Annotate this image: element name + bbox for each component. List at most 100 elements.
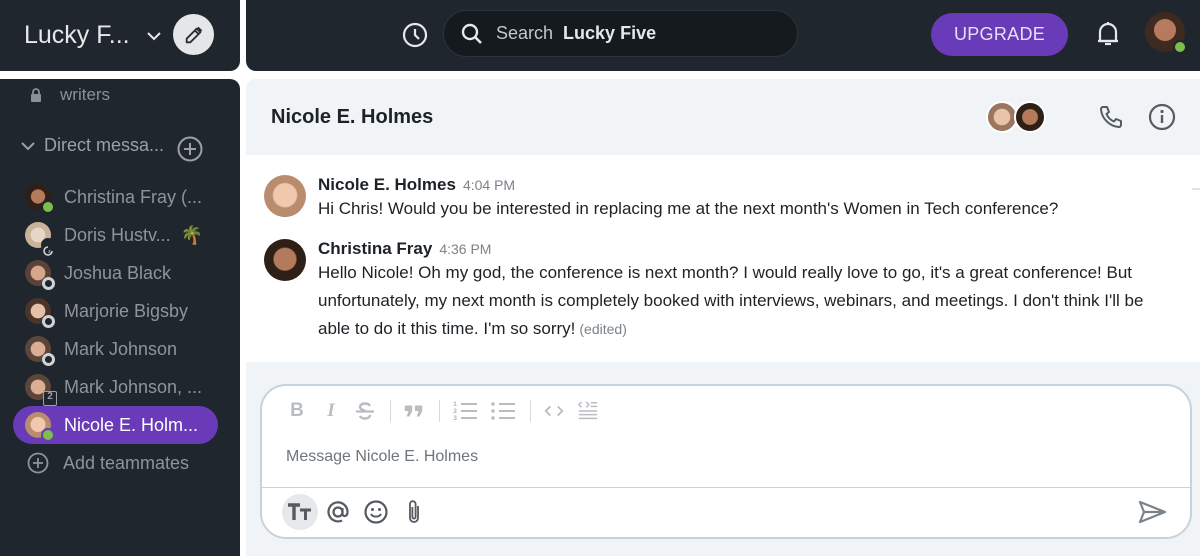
message-input[interactable]	[286, 444, 1146, 470]
member-avatars[interactable]	[986, 101, 1050, 133]
scrollbar[interactable]	[1192, 188, 1200, 190]
bold-button[interactable]: B	[286, 400, 308, 422]
svg-text:3: 3	[453, 415, 457, 422]
italic-button[interactable]: I	[320, 400, 342, 422]
away-status-icon	[42, 353, 55, 366]
code-icon	[544, 405, 564, 417]
quote-button[interactable]	[403, 400, 425, 422]
attachment-button[interactable]	[396, 494, 432, 530]
call-button[interactable]	[1098, 104, 1124, 130]
message-body: Hello Nicole! Oh my god, the conference …	[318, 259, 1178, 343]
code-button[interactable]	[543, 400, 565, 422]
dm-item-nicole-holmes[interactable]: Nicole E. Holm...	[13, 406, 218, 444]
svg-text:1: 1	[453, 401, 457, 408]
workspace-name[interactable]: Lucky F...	[24, 21, 130, 50]
phone-icon	[1100, 106, 1122, 128]
dm-section-label: Direct messa...	[44, 135, 165, 155]
avatar	[25, 298, 55, 328]
avatar[interactable]	[264, 239, 306, 281]
dm-item-doris[interactable]: z Doris Hustv... 🌴	[13, 216, 218, 256]
strikethrough-icon	[356, 402, 374, 420]
strikethrough-button[interactable]	[354, 400, 376, 422]
profile-avatar[interactable]	[1145, 12, 1187, 54]
message-composer: B I 123	[260, 384, 1192, 539]
search-scope: Lucky Five	[563, 23, 657, 43]
search-label: Search	[496, 23, 554, 43]
compose-button[interactable]	[173, 14, 214, 55]
notifications-button[interactable]	[1095, 20, 1121, 48]
online-status-icon	[41, 428, 55, 442]
paperclip-icon	[409, 500, 419, 523]
palm-tree-icon: 🌴	[180, 224, 204, 245]
message-author[interactable]: Christina Fray	[318, 239, 432, 259]
sidebar: writers Direct messa... Christina Fray (…	[0, 79, 240, 556]
clock-icon	[402, 22, 428, 48]
message: Nicole E. Holmes 4:04 PM Hi Chris! Would…	[264, 175, 1178, 223]
lock-icon	[31, 88, 41, 102]
mention-icon	[327, 501, 349, 523]
bold-icon: B	[290, 400, 304, 421]
chevron-down-icon[interactable]	[144, 26, 164, 46]
online-status-icon	[1173, 40, 1187, 54]
history-button[interactable]	[402, 22, 428, 48]
send-button[interactable]	[1138, 499, 1168, 525]
dm-item-christina-fray[interactable]: Christina Fray (...	[13, 178, 218, 216]
online-status-icon	[41, 200, 55, 214]
message-author[interactable]: Nicole E. Holmes	[318, 175, 456, 195]
divider	[390, 400, 391, 422]
plus-circle-icon	[27, 452, 49, 474]
divider	[262, 487, 1190, 488]
dm-item-label: Christina Fray (...	[64, 186, 203, 207]
message: Christina Fray 4:36 PM Hello Nicole! Oh …	[264, 239, 1178, 343]
channel-name: writers	[60, 85, 111, 104]
chevron-down-icon	[21, 141, 35, 150]
avatar[interactable]	[264, 175, 306, 217]
dm-item-label: Joshua Black	[64, 262, 172, 283]
emoji-button[interactable]	[358, 494, 394, 530]
numbered-list-icon: 123	[453, 401, 477, 422]
code-block-button[interactable]	[577, 400, 599, 422]
add-teammates-label: Add teammates	[63, 452, 190, 473]
message-text: Hi Chris! Would you be interested in rep…	[318, 199, 1059, 218]
format-toolbar: B I 123	[286, 400, 611, 422]
add-dm-button[interactable]	[177, 136, 203, 162]
avatar	[1014, 101, 1046, 133]
search-bar[interactable]: Search Lucky Five	[443, 10, 798, 57]
message-text: Hello Nicole! Oh my god, the conference …	[318, 263, 1144, 338]
dm-item-label: Nicole E. Holm...	[64, 414, 199, 435]
message-list: Nicole E. Holmes 4:04 PM Hi Chris! Would…	[246, 155, 1200, 362]
sidebar-channel-writers[interactable]: writers	[30, 85, 110, 105]
channel-title[interactable]: Nicole E. Holmes	[271, 106, 433, 129]
avatar	[25, 412, 55, 442]
italic-icon: I	[327, 400, 335, 421]
info-button[interactable]	[1148, 103, 1176, 131]
dm-section-toggle[interactable]: Direct messa...	[20, 135, 164, 156]
avatar	[25, 184, 55, 214]
text-format-button[interactable]	[282, 494, 318, 530]
channel-header: Nicole E. Holmes	[246, 79, 1200, 155]
bulleted-list-button[interactable]	[490, 400, 516, 422]
dm-item-joshua-black[interactable]: Joshua Black	[13, 254, 218, 292]
dm-item-label: Mark Johnson, ...	[64, 376, 203, 397]
add-teammates-button[interactable]: Add teammates	[27, 452, 189, 474]
avatar: z	[25, 222, 55, 256]
dm-item-mark-johnson-group[interactable]: 2 Mark Johnson, ...	[13, 368, 218, 406]
workspace-header[interactable]: Lucky F...	[0, 0, 240, 71]
divider	[439, 400, 440, 422]
top-bar: Search Lucky Five UPGRADE	[246, 0, 1200, 71]
upgrade-button[interactable]: UPGRADE	[931, 13, 1068, 56]
avatar: 2	[25, 374, 57, 406]
avatar	[25, 260, 55, 290]
dm-item-mark-johnson[interactable]: Mark Johnson	[13, 330, 218, 368]
dm-item-marjorie-bigsby[interactable]: Marjorie Bigsby	[13, 292, 218, 330]
code-block-icon	[577, 401, 598, 420]
dm-item-label: Doris Hustv...	[64, 224, 171, 245]
message-time: 4:04 PM	[462, 177, 516, 193]
info-icon	[1148, 103, 1176, 131]
text-format-icon	[288, 503, 311, 520]
pencil-icon	[185, 26, 202, 43]
numbered-list-button[interactable]: 123	[452, 400, 478, 422]
mention-button[interactable]	[320, 494, 356, 530]
away-status-icon	[42, 315, 55, 328]
bell-icon	[1098, 22, 1118, 46]
